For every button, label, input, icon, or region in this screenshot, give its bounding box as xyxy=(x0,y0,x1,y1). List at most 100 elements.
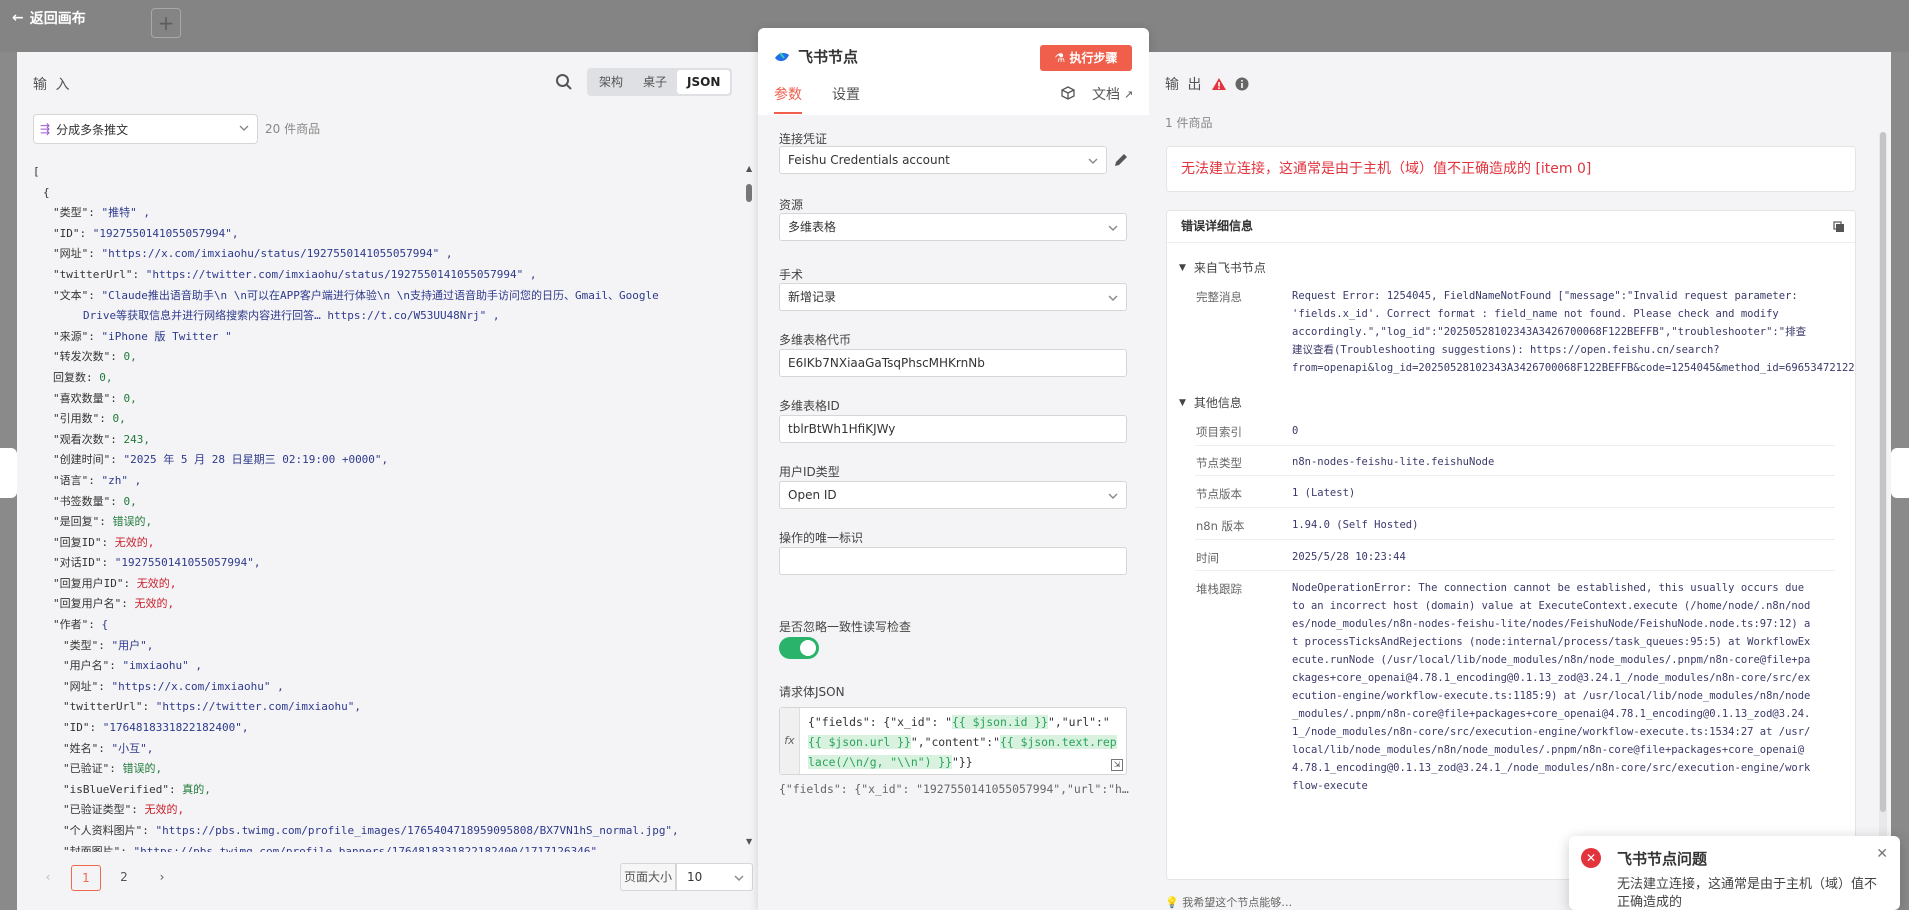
body-json-editor[interactable]: fx {"fields": {"x_id": "{{ $json.id }}",… xyxy=(779,707,1127,775)
user-id-type-select[interactable]: Open ID xyxy=(779,481,1127,509)
json-value: "https://twitter.com/imxiaohu/status/192… xyxy=(145,267,537,281)
json-value: "1764818331822182400", xyxy=(102,721,249,735)
scrollbar-thumb[interactable] xyxy=(746,184,752,202)
json-key: "回复ID": xyxy=(53,535,115,549)
next-page-button[interactable]: › xyxy=(147,865,177,891)
json-key: { xyxy=(43,185,50,199)
view-mode-schema[interactable]: 架构 xyxy=(589,70,633,94)
code-segment: "}} xyxy=(952,755,973,769)
json-line: "转发次数": 0, xyxy=(33,347,741,368)
json-value: 0, xyxy=(123,391,137,405)
json-line: "isBlueVerified": 真的, xyxy=(33,780,741,801)
view-mode-table[interactable]: 桌子 xyxy=(633,70,677,94)
left-panel-handle[interactable] xyxy=(0,448,17,498)
output-panel: 输 出 1 件商品 无法建立连接，这通常是由于主机（域）值不正确造成的 [ite… xyxy=(1149,52,1891,910)
chevron-down-icon xyxy=(1088,158,1098,164)
resource-select[interactable]: 多维表格 xyxy=(779,213,1127,241)
cube-icon[interactable] xyxy=(1061,86,1075,100)
view-mode-json[interactable]: JSON xyxy=(677,70,731,94)
other-info-section[interactable]: ▼ 其他信息 xyxy=(1179,394,1242,411)
back-to-canvas-button[interactable]: ← 返回画布 xyxy=(12,8,86,28)
json-value: "推特" , xyxy=(101,206,151,220)
close-icon[interactable]: ✕ xyxy=(1876,846,1888,862)
json-key: "已验证类型": xyxy=(63,803,145,817)
ignore-consistency-toggle[interactable] xyxy=(779,637,819,659)
app-token-label: 多维表格代币 xyxy=(779,333,852,347)
page-1-button[interactable]: 1 xyxy=(71,865,101,891)
json-line: "回复用户ID": 无效的, xyxy=(33,574,741,595)
json-key: "是回复": xyxy=(53,515,113,529)
json-line: "ID": "1764818331822182400", xyxy=(33,718,741,739)
chevron-down-icon: ▼ xyxy=(1179,397,1186,408)
add-node-button[interactable]: + xyxy=(151,8,181,38)
pencil-icon[interactable] xyxy=(1113,152,1129,168)
right-panel-handle[interactable] xyxy=(1891,448,1909,498)
operation-value: 新增记录 xyxy=(788,290,837,304)
json-value: "2025 年 5 月 28 日星期三 02:19:00 +0000", xyxy=(123,453,389,467)
json-line: "书签数量": 0, xyxy=(33,492,741,513)
code-segment: ","url":" xyxy=(1048,715,1110,729)
user-id-type-label: 用户ID类型 xyxy=(779,465,840,479)
json-line: "对话ID": "1927550141055057994", xyxy=(33,553,741,574)
items-count: 20 件商品 xyxy=(265,122,321,136)
prev-page-button[interactable]: ‹ xyxy=(33,865,63,891)
info-icon[interactable] xyxy=(1235,77,1249,91)
feedback-link[interactable]: 💡 我希望这个节点能够… xyxy=(1165,894,1292,910)
toast-message: 无法建立连接，这通常是由于主机（域）值不正确造成的 xyxy=(1617,877,1878,910)
chevron-down-icon: ▼ xyxy=(1179,262,1186,273)
code-segment: ","content":" xyxy=(910,735,1001,749)
json-scrollbar[interactable]: ▲ ▼ xyxy=(745,164,753,846)
json-value: "https://twitter.com/imxiaohu", xyxy=(155,700,362,714)
credential-select[interactable]: Feishu Credentials account xyxy=(779,146,1107,174)
json-value: 无效的, xyxy=(144,803,185,817)
tab-settings[interactable]: 设置 xyxy=(832,84,860,114)
body-json-code: {"fields": {"x_id": "{{ $json.id }}","ur… xyxy=(808,712,1120,772)
node-version-label: 节点版本 xyxy=(1196,487,1242,501)
app-token-input[interactable]: E6IKb7NXiaaGaTsqPhscMHKrnNb xyxy=(779,349,1127,377)
json-key: 回复数: xyxy=(53,370,100,384)
json-value: "iPhone 版 Twitter " xyxy=(101,329,232,343)
body-json-label: 请求体JSON xyxy=(779,685,845,699)
json-key: "封面图片": xyxy=(63,844,134,852)
json-key: "twitterUrl": xyxy=(63,700,156,714)
input-node-select[interactable]: ⇶ 分成多条推文 xyxy=(33,114,258,144)
json-key: [ xyxy=(33,165,40,178)
search-icon[interactable] xyxy=(554,72,574,92)
page-size-select[interactable]: 10 xyxy=(676,863,753,891)
json-line: "回复ID": 无效的, xyxy=(33,533,741,554)
json-line: "个人资料图片": "https://pbs.twimg.com/profile… xyxy=(33,821,741,842)
execute-step-button[interactable]: ⚗ 执行步骤 xyxy=(1040,45,1132,71)
expand-editor-icon[interactable]: ⇲ xyxy=(1111,759,1123,771)
json-value: 243, xyxy=(123,432,151,446)
json-key: "类型": xyxy=(53,206,102,220)
chevron-down-icon xyxy=(1108,225,1118,231)
scrollbar-thumb[interactable] xyxy=(1880,132,1886,812)
json-line: [ xyxy=(33,162,741,183)
unique-id-input[interactable] xyxy=(779,547,1127,575)
json-key: "创建时间": xyxy=(53,453,124,467)
table-id-input[interactable]: tblrBtWh1HfiKJWy xyxy=(779,415,1127,443)
tab-parameters[interactable]: 参数 xyxy=(774,84,802,114)
operation-select[interactable]: 新增记录 xyxy=(779,283,1127,311)
json-viewer[interactable]: [{"类型": "推特" , "ID": "1927550141055057994… xyxy=(33,162,741,852)
docs-link[interactable]: 文档 ↗ xyxy=(1092,84,1133,104)
full-message-label: 完整消息 xyxy=(1196,290,1242,304)
chevron-down-icon xyxy=(1108,493,1118,499)
json-line: "是回复": 错误的, xyxy=(33,512,741,533)
error-details-header: 错误详细信息 xyxy=(1167,211,1855,243)
json-line: "twitterUrl": "https://twitter.com/imxia… xyxy=(33,265,741,286)
page-2-button[interactable]: 2 xyxy=(109,865,139,891)
json-key: "个人资料图片": xyxy=(63,824,156,837)
row-divider xyxy=(1195,445,1835,446)
copy-icon[interactable] xyxy=(1833,221,1845,233)
from-node-section[interactable]: ▼ 来自飞书节点 xyxy=(1179,259,1266,276)
stack-trace-label: 堆栈跟踪 xyxy=(1196,582,1242,596)
credential-label: 连接凭证 xyxy=(779,132,828,146)
json-key: "喜欢数量": xyxy=(53,391,124,405)
output-scrollbar[interactable] xyxy=(1879,132,1887,902)
json-key: "类型": xyxy=(63,638,112,652)
error-icon: ✕ xyxy=(1581,848,1601,868)
json-key: "姓名": xyxy=(63,741,112,755)
time-value: 2025/5/28 10:23:44 xyxy=(1292,551,1406,563)
json-value: Drive等获取信息并进行网络搜索内容进行回答… https://t.co/W5… xyxy=(83,309,500,323)
